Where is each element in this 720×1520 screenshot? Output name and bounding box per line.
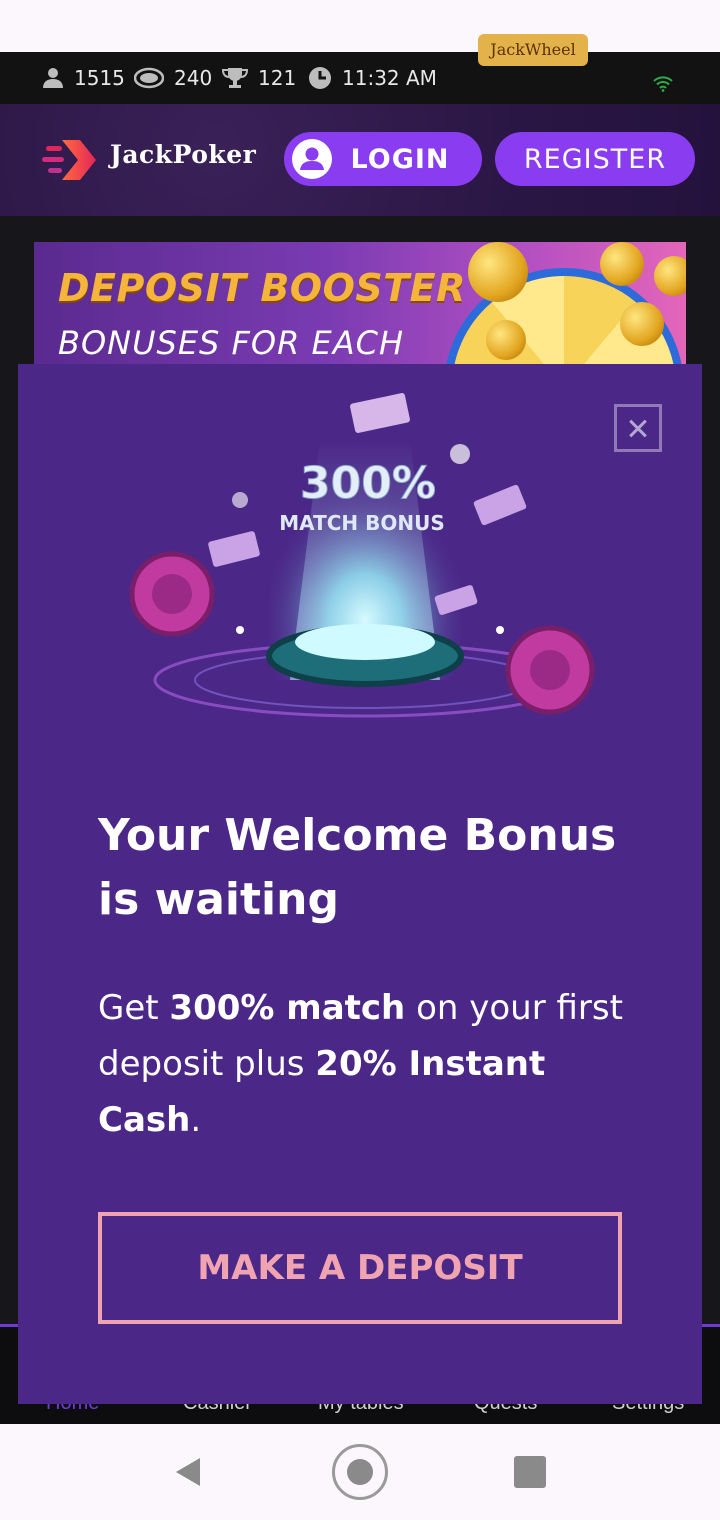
user-icon: [43, 68, 63, 88]
coin-graphic: [654, 256, 686, 296]
make-deposit-button[interactable]: MAKE A DEPOSIT: [98, 1212, 622, 1324]
page: 1515 240 121 11:32 AM JackPoker LOGIN RE…: [0, 0, 720, 1520]
desc-text: .: [190, 1100, 202, 1140]
back-icon[interactable]: [172, 1456, 204, 1488]
time-stat: 11:32 AM: [308, 52, 437, 104]
players-count: 1515: [74, 66, 125, 90]
system-status-strip: [0, 0, 720, 52]
close-icon[interactable]: [614, 404, 662, 452]
promo-subtitle: BONUSES FOR EACH: [58, 324, 405, 362]
jackwheel-label: JackWheel: [478, 34, 588, 66]
user-avatar-icon: [292, 139, 332, 179]
login-button[interactable]: LOGIN: [284, 132, 482, 186]
tournaments-count: 121: [258, 66, 297, 90]
coin-graphic: [600, 242, 644, 286]
clock-icon: [309, 67, 331, 89]
modal-description: Get 300% match on your first deposit plu…: [98, 980, 638, 1148]
modal-title: Your Welcome Bonus is waiting: [98, 810, 617, 925]
tables-count: 240: [174, 66, 213, 90]
wifi-signal-icon: [653, 76, 673, 92]
coin-graphic: [620, 302, 664, 346]
tournaments-stat: 121: [222, 52, 296, 104]
promo-title: DEPOSIT BOOSTER: [58, 266, 466, 310]
hero-match-text: MATCH BONUS: [279, 511, 444, 535]
jackpoker-logo-icon: [42, 140, 96, 180]
desc-bold-match: 300% match: [169, 988, 406, 1028]
register-button[interactable]: REGISTER: [495, 132, 695, 186]
home-circle-icon[interactable]: [332, 1444, 388, 1500]
coin-graphic: [468, 242, 528, 302]
info-bar: 1515 240 121 11:32 AM: [0, 52, 720, 152]
hero-percent-text: 300%: [300, 458, 436, 509]
recent-apps-icon[interactable]: [514, 1456, 546, 1488]
trophy-icon: [222, 68, 248, 88]
tables-stat: 240: [134, 52, 212, 104]
promo-banner[interactable]: DEPOSIT BOOSTER BONUSES FOR EACH: [34, 242, 686, 366]
players-stat: 1515: [42, 52, 125, 104]
clock-time: 11:32 AM: [342, 66, 437, 90]
table-icon: [134, 67, 164, 89]
match-bonus-hero-graphic: 300% MATCH BONUS: [129, 393, 595, 718]
logo-text[interactable]: JackPoker: [110, 140, 256, 169]
login-label: LOGIN: [350, 143, 450, 175]
desc-text: Get: [98, 988, 170, 1028]
coin-graphic: [486, 320, 526, 360]
